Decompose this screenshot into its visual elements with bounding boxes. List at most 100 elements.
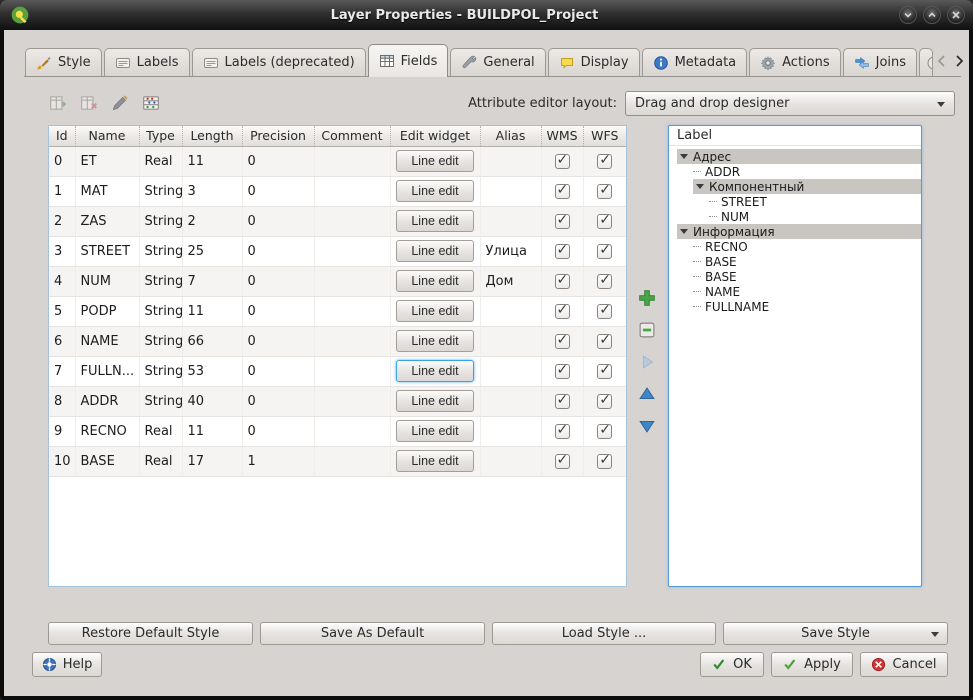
wms-checkbox[interactable]	[555, 424, 570, 439]
cell-alias[interactable]	[480, 386, 541, 416]
tab-actions[interactable]: Actions	[749, 48, 841, 76]
tab-metadata[interactable]: Metadata	[642, 48, 748, 76]
tab-joins[interactable]: Joins	[843, 48, 917, 76]
load-style-button[interactable]: Load Style ...	[492, 622, 716, 645]
cell-comment[interactable]	[314, 416, 390, 446]
line-edit-widget-button[interactable]: Line edit	[396, 330, 474, 352]
tab-scroll-right-button[interactable]	[952, 54, 966, 68]
restore-default-style-button[interactable]: Restore Default Style	[48, 622, 253, 645]
cell-precision[interactable]: 0	[242, 386, 314, 416]
wfs-checkbox[interactable]	[597, 394, 612, 409]
cell-type[interactable]: String	[139, 296, 182, 326]
field-row-5[interactable]: 5PODPString110Line edit	[49, 296, 626, 326]
cell-type[interactable]: String	[139, 206, 182, 236]
wfs-checkbox[interactable]	[597, 304, 612, 319]
cell-id[interactable]: 0	[49, 146, 75, 176]
wfs-checkbox[interactable]	[597, 424, 612, 439]
cell-precision[interactable]: 0	[242, 326, 314, 356]
cell-id[interactable]: 8	[49, 386, 75, 416]
cell-comment[interactable]	[314, 326, 390, 356]
cell-alias[interactable]	[480, 326, 541, 356]
close-button[interactable]	[947, 6, 965, 24]
column-header-edit-widget[interactable]: Edit widget	[390, 126, 480, 146]
wfs-checkbox[interactable]	[597, 214, 612, 229]
wfs-checkbox[interactable]	[597, 184, 612, 199]
tab-display[interactable]: Display	[548, 48, 640, 76]
cell-length[interactable]: 25	[182, 236, 242, 266]
tree-container-item[interactable]: Информация	[677, 224, 921, 239]
cell-name[interactable]: NUM	[75, 266, 139, 296]
tree-field-item[interactable]: STREET	[709, 194, 921, 209]
field-row-7[interactable]: 7FULLN...String530Line edit	[49, 356, 626, 386]
cell-type[interactable]: String	[139, 266, 182, 296]
apply-button[interactable]: Apply	[771, 652, 853, 677]
cell-length[interactable]: 11	[182, 296, 242, 326]
line-edit-widget-button[interactable]: Line edit	[396, 180, 474, 202]
tab-partial[interactable]	[919, 48, 933, 76]
column-header-wfs[interactable]: WFS	[583, 126, 626, 146]
cell-comment[interactable]	[314, 266, 390, 296]
cell-precision[interactable]: 0	[242, 146, 314, 176]
cell-comment[interactable]	[314, 386, 390, 416]
toggle-editing-button[interactable]	[106, 90, 133, 115]
line-edit-widget-button[interactable]: Line edit	[396, 150, 474, 172]
tab-scroll-left-button[interactable]	[934, 54, 948, 68]
cell-length[interactable]: 2	[182, 206, 242, 236]
line-edit-widget-button[interactable]: Line edit	[396, 450, 474, 472]
tree-container-item[interactable]: Адрес	[677, 149, 921, 164]
field-row-4[interactable]: 4NUMString70Line editДом	[49, 266, 626, 296]
tab-fields[interactable]: Fields	[368, 44, 449, 77]
cell-precision[interactable]: 0	[242, 296, 314, 326]
column-header-id[interactable]: Id	[49, 126, 75, 146]
cell-alias[interactable]	[480, 146, 541, 176]
field-row-9[interactable]: 9RECNOReal110Line edit	[49, 416, 626, 446]
cell-id[interactable]: 6	[49, 326, 75, 356]
cell-name[interactable]: ET	[75, 146, 139, 176]
maximize-button[interactable]	[923, 6, 941, 24]
wfs-checkbox[interactable]	[597, 334, 612, 349]
cell-id[interactable]: 9	[49, 416, 75, 446]
cell-length[interactable]: 66	[182, 326, 242, 356]
cell-comment[interactable]	[314, 296, 390, 326]
cell-id[interactable]: 7	[49, 356, 75, 386]
cell-comment[interactable]	[314, 356, 390, 386]
cell-precision[interactable]: 0	[242, 206, 314, 236]
cell-length[interactable]: 11	[182, 146, 242, 176]
cell-alias[interactable]	[480, 296, 541, 326]
cell-precision[interactable]: 0	[242, 176, 314, 206]
cell-id[interactable]: 5	[49, 296, 75, 326]
wms-checkbox[interactable]	[555, 244, 570, 259]
cell-type[interactable]: String	[139, 326, 182, 356]
tree-field-item[interactable]: RECNO	[693, 239, 921, 254]
cell-type[interactable]: String	[139, 356, 182, 386]
wms-checkbox[interactable]	[555, 304, 570, 319]
cell-id[interactable]: 10	[49, 446, 75, 476]
cell-alias[interactable]: Улица	[480, 236, 541, 266]
cell-name[interactable]: STREET	[75, 236, 139, 266]
tree-field-item[interactable]: FULLNAME	[693, 299, 921, 314]
cell-length[interactable]: 53	[182, 356, 242, 386]
column-header-type[interactable]: Type	[139, 126, 182, 146]
cell-name[interactable]: NAME	[75, 326, 139, 356]
tab-labels-deprecated[interactable]: Labels (deprecated)	[192, 48, 366, 76]
cell-name[interactable]: MAT	[75, 176, 139, 206]
cell-length[interactable]: 3	[182, 176, 242, 206]
column-header-name[interactable]: Name	[75, 126, 139, 146]
remove-item-button[interactable]	[634, 318, 660, 342]
cell-comment[interactable]	[314, 146, 390, 176]
tab-labels[interactable]: Labels	[104, 48, 190, 76]
line-edit-widget-button[interactable]: Line edit	[396, 360, 474, 382]
cell-alias[interactable]	[480, 176, 541, 206]
wms-checkbox[interactable]	[555, 364, 570, 379]
attribute-editor-layout-select[interactable]: Drag and drop designer	[625, 91, 955, 116]
move-up-button[interactable]	[634, 382, 660, 406]
cell-id[interactable]: 2	[49, 206, 75, 236]
column-header-comment[interactable]: Comment	[314, 126, 390, 146]
tab-style[interactable]: Style	[25, 48, 102, 76]
tab-general[interactable]: General	[450, 48, 545, 76]
tree-field-item[interactable]: BASE	[693, 269, 921, 284]
field-calculator-button[interactable]	[137, 90, 164, 115]
move-down-button[interactable]	[634, 414, 660, 438]
cell-precision[interactable]: 0	[242, 266, 314, 296]
cell-length[interactable]: 40	[182, 386, 242, 416]
